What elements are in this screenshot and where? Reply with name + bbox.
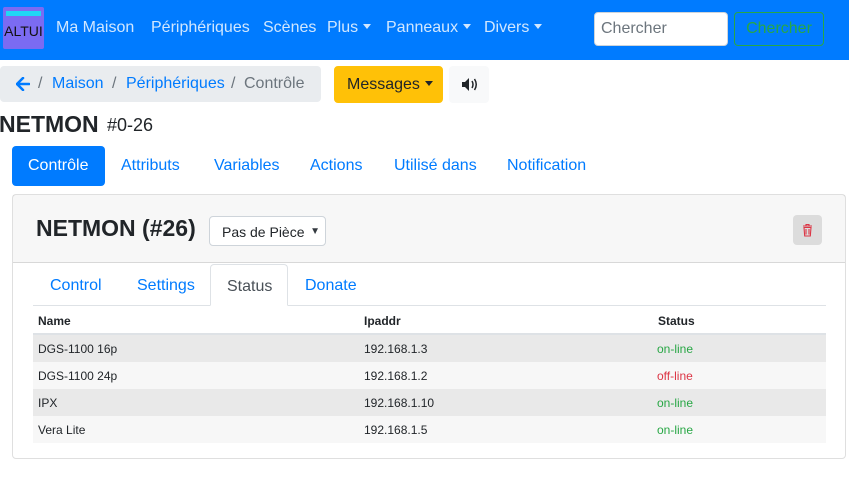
delete-button[interactable]: [793, 215, 822, 245]
device-id: #0-26: [107, 115, 154, 135]
tab-control[interactable]: Control: [50, 264, 102, 306]
cell-status: on-line: [657, 423, 694, 437]
column-header-ipaddr: Ipaddr: [364, 314, 401, 328]
tab-status[interactable]: Status: [210, 264, 288, 306]
cell-status: off-line: [657, 369, 693, 383]
caret-down-icon: [424, 80, 433, 86]
nav-item-divers[interactable]: Divers: [484, 19, 543, 37]
brand-logo[interactable]: ALTUI: [3, 7, 44, 49]
table-row: Vera Lite 192.168.1.5 on-line: [33, 416, 826, 443]
breadcrumb-current: Contrôle: [244, 75, 305, 92]
tab-label: Control: [50, 277, 102, 294]
pill-label: Utilisé dans: [394, 157, 477, 174]
cell-status: on-line: [657, 396, 694, 410]
trash-icon: [803, 223, 812, 237]
breadcrumb-link-peripheriques[interactable]: Périphériques: [126, 75, 225, 93]
breadcrumb-separator: /: [231, 75, 236, 92]
tab-settings[interactable]: Settings: [137, 264, 195, 306]
pill-variables[interactable]: Variables: [214, 146, 280, 186]
sound-button[interactable]: [449, 66, 489, 103]
messages-button-label: Messages: [347, 75, 420, 93]
cell-ipaddr: 192.168.1.2: [364, 369, 428, 383]
nav-item-panneaux[interactable]: Panneaux: [386, 19, 472, 37]
cell-ipaddr: 192.168.1.5: [364, 423, 428, 437]
nav-item-label: Plus: [327, 19, 359, 36]
nav-item-label: Ma Maison: [56, 19, 135, 36]
caret-down-icon: [363, 24, 372, 29]
cell-name: DGS-1100 24p: [38, 369, 118, 383]
table-row: DGS-1100 16p 192.168.1.3 on-line: [33, 335, 826, 362]
pill-notification[interactable]: Notification: [507, 146, 586, 186]
pill-utilise-dans[interactable]: Utilisé dans: [394, 146, 477, 186]
breadcrumb-link-maison[interactable]: Maison: [52, 75, 104, 93]
tab-label: Donate: [305, 277, 357, 294]
messages-button[interactable]: Messages: [334, 66, 443, 103]
brand-logo-bar: [6, 11, 41, 16]
chevron-down-icon: ▼: [310, 226, 320, 237]
pill-label: Attributs: [121, 157, 180, 174]
room-select[interactable]: Pas de Pièce ▼: [209, 216, 326, 246]
cell-ipaddr: 192.168.1.3: [364, 342, 428, 356]
cell-name: Vera Lite: [38, 423, 86, 437]
table-row: DGS-1100 24p 192.168.1.2 off-line: [33, 362, 826, 389]
pill-label: Notification: [507, 157, 587, 174]
brand-label: ALTUI: [4, 23, 43, 39]
cell-name: IPX: [38, 396, 58, 410]
table-header-row: Name Ipaddr Status: [33, 307, 826, 335]
table-row: IPX 192.168.1.10 on-line: [33, 389, 826, 416]
cell-ipaddr: 192.168.1.10: [364, 396, 435, 410]
nav-item-label: Panneaux: [386, 19, 459, 36]
pill-attributs[interactable]: Attributs: [121, 146, 180, 186]
cell-status: on-line: [657, 342, 694, 356]
arrow-left-icon[interactable]: [15, 76, 31, 92]
pill-actions[interactable]: Actions: [310, 146, 362, 186]
tab-label: Settings: [137, 277, 195, 294]
breadcrumb-separator: /: [38, 75, 43, 92]
breadcrumb-separator: /: [112, 75, 117, 92]
nav-item-label: Scènes: [263, 19, 317, 36]
device-card: NETMON (#26) Pas de Pièce ▼ Control Sett…: [12, 194, 846, 459]
breadcrumb: / Maison / Périphériques / Contrôle: [0, 66, 321, 102]
search-input[interactable]: [594, 12, 728, 46]
volume-icon: [462, 78, 477, 91]
nav-item-plus[interactable]: Plus: [327, 19, 372, 37]
top-navbar: ALTUI Ma Maison Périphériques Scènes Plu…: [0, 0, 849, 60]
cell-name: DGS-1100 16p: [38, 342, 118, 356]
pill-label: Contrôle: [28, 157, 89, 174]
pill-controle[interactable]: Contrôle: [12, 146, 105, 186]
room-select-value: Pas de Pièce: [222, 224, 305, 240]
pill-label: Actions: [310, 157, 363, 174]
nav-item-scenes[interactable]: Scènes: [263, 19, 316, 37]
search-button[interactable]: Chercher: [734, 12, 824, 46]
nav-item-label: Périphériques: [151, 19, 250, 36]
caret-down-icon: [463, 24, 472, 29]
device-title: NETMON: [0, 111, 99, 137]
caret-down-icon: [534, 24, 543, 29]
card-header: NETMON (#26) Pas de Pièce ▼: [13, 195, 845, 263]
card-title: NETMON (#26): [36, 215, 196, 241]
tab-label: Status: [227, 278, 273, 295]
nav-item-peripheriques[interactable]: Périphériques: [151, 19, 250, 37]
nav-item-ma-maison[interactable]: Ma Maison: [56, 19, 134, 37]
tab-donate[interactable]: Donate: [305, 264, 357, 306]
column-header-name: Name: [38, 314, 71, 328]
nav-item-label: Divers: [484, 19, 530, 36]
pill-label: Variables: [214, 157, 280, 174]
column-header-status: Status: [658, 314, 695, 328]
